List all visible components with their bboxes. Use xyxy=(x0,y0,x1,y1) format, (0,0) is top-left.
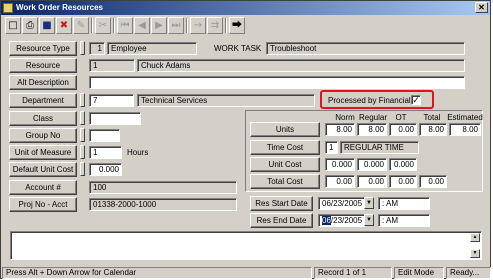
resource-type-code: 1 xyxy=(89,42,105,55)
total-cost-total-input[interactable]: 0.00 xyxy=(419,175,447,188)
notes-textarea[interactable]: ▲ ▼ xyxy=(10,231,482,260)
status-mode: Edit Mode xyxy=(394,267,444,279)
group-no-button[interactable]: Group No xyxy=(9,128,77,143)
column-header-total: Total xyxy=(423,113,441,122)
res-start-date-input[interactable]: 06/23/2005 xyxy=(318,197,365,210)
default-unit-cost-stub[interactable] xyxy=(80,162,85,176)
group-no-input[interactable] xyxy=(89,129,120,142)
proj-no-acct-button[interactable]: Proj No - Acct xyxy=(9,197,77,212)
status-record: Record 1 of 1 xyxy=(314,267,392,279)
last-record-button[interactable]: ⏭ xyxy=(168,17,184,34)
units-regular-input[interactable]: 8.00 xyxy=(357,123,387,136)
close-button[interactable]: ✕ xyxy=(475,2,488,13)
new-record-button[interactable]: □ xyxy=(5,17,21,34)
toolbar-separator xyxy=(91,18,93,33)
default-unit-cost-button[interactable]: Default Unit Cost xyxy=(9,162,77,177)
unit-of-measure-lookup-stub[interactable] xyxy=(80,145,85,159)
scroll-down-icon[interactable]: ▼ xyxy=(470,249,480,258)
account-button[interactable]: Account # xyxy=(9,180,77,195)
delete-button[interactable]: ✖ xyxy=(56,17,72,34)
department-button[interactable]: Department xyxy=(9,93,77,108)
units-total-input[interactable]: 8.00 xyxy=(419,123,447,136)
res-end-date-selected-text: 06 xyxy=(322,216,331,225)
total-cost-button[interactable]: Total Cost xyxy=(250,174,320,189)
res-end-date-input[interactable]: 06/23/2005 xyxy=(318,214,365,227)
goto-button[interactable]: → xyxy=(190,17,206,34)
work-order-resources-window: Work Order Resources ✕ □ ⎙ ■ ✖ ✎ ✂ ⏮ ◀ ▶… xyxy=(0,0,491,279)
department-code-input[interactable]: 7 xyxy=(89,94,134,107)
group-no-lookup-stub[interactable] xyxy=(80,128,85,142)
department-lookup-stub[interactable] xyxy=(80,93,85,107)
proj-no-acct-value: 01338-2000-1000 xyxy=(89,198,237,211)
app-icon xyxy=(3,3,13,13)
status-bar: Press Alt + Down Arrow for Calendar Reco… xyxy=(1,266,492,280)
column-header-ot: OT xyxy=(395,113,407,122)
resource-type-value: Employee xyxy=(107,42,197,55)
units-button[interactable]: Units xyxy=(250,122,320,137)
column-header-estimated: Estimated xyxy=(447,113,483,122)
alt-description-input[interactable] xyxy=(89,76,465,89)
resource-name: Chuck Adams xyxy=(137,59,465,72)
unit-cost-regular-input[interactable]: 0.000 xyxy=(357,158,387,171)
toolbar-separator xyxy=(113,18,115,33)
time-cost-button[interactable]: Time Cost xyxy=(250,140,320,155)
processed-by-financials-label: Processed by Financials xyxy=(328,96,415,105)
res-end-date-button[interactable]: Res End Date xyxy=(250,213,313,228)
toolbar: □ ⎙ ■ ✖ ✎ ✂ ⏮ ◀ ▶ ⏭ → ⇉ ⮕ xyxy=(3,16,490,36)
account-value: 100 xyxy=(89,181,237,194)
resource-type-button[interactable]: Resource Type xyxy=(9,41,77,56)
time-cost-name: REGULAR TIME xyxy=(340,141,419,154)
unit-cost-button[interactable]: Unit Cost xyxy=(250,157,320,172)
res-start-date-button[interactable]: Res Start Date xyxy=(250,196,313,211)
work-task-label: WORK TASK xyxy=(214,44,262,53)
save-button[interactable]: ■ xyxy=(39,17,55,34)
class-button[interactable]: Class xyxy=(9,111,77,126)
unit-cost-norm-input[interactable]: 0.000 xyxy=(325,158,355,171)
res-end-date-dropdown-icon[interactable]: ▼ xyxy=(364,214,374,226)
res-start-date-dropdown-icon[interactable]: ▼ xyxy=(364,197,374,209)
default-unit-cost-input[interactable]: 0.000 xyxy=(89,163,122,176)
unit-of-measure-code-input[interactable]: 1 xyxy=(89,146,122,159)
unit-cost-ot-input[interactable]: 0.000 xyxy=(389,158,417,171)
class-lookup-stub[interactable] xyxy=(80,111,85,125)
unit-of-measure-name: Hours xyxy=(127,148,149,157)
alt-description-button[interactable]: Alt Description xyxy=(9,75,77,90)
res-end-date-rest-text: /23/2005 xyxy=(330,216,363,225)
units-ot-input[interactable]: 0.00 xyxy=(389,123,417,136)
processed-by-financials-checkbox[interactable]: ✓ xyxy=(411,95,421,105)
res-start-time-input[interactable]: : AM xyxy=(378,197,430,210)
total-cost-regular-input[interactable]: 0.00 xyxy=(357,175,387,188)
toolbar-separator xyxy=(225,18,227,33)
resource-type-lookup-stub[interactable] xyxy=(80,41,85,55)
class-input[interactable] xyxy=(89,112,141,125)
units-estimated-input[interactable]: 8.00 xyxy=(449,123,481,136)
first-record-button[interactable]: ⏮ xyxy=(117,17,133,34)
resource-code: 1 xyxy=(89,59,135,72)
scroll-up-icon[interactable]: ▲ xyxy=(470,233,480,242)
next-record-button[interactable]: ▶ xyxy=(151,17,167,34)
time-cost-code-input[interactable]: 1 xyxy=(325,141,338,154)
status-hint: Press Alt + Down Arrow for Calendar xyxy=(2,267,312,279)
window-title: Work Order Resources xyxy=(16,3,103,12)
status-state: Ready... xyxy=(446,267,491,279)
title-bar[interactable]: Work Order Resources ✕ xyxy=(1,1,490,15)
toolbar-separator xyxy=(186,18,188,33)
resource-button[interactable]: Resource xyxy=(9,58,77,73)
work-task-value: Troubleshoot xyxy=(266,42,465,55)
res-end-time-input[interactable]: : AM xyxy=(378,214,430,227)
department-name: Technical Services xyxy=(137,94,315,107)
previous-record-button[interactable]: ◀ xyxy=(134,17,150,34)
total-cost-ot-input[interactable]: 0.00 xyxy=(389,175,417,188)
unit-of-measure-button[interactable]: Unit of Measure xyxy=(9,145,77,160)
print-button[interactable]: ⎙ xyxy=(22,17,38,34)
cut-button[interactable]: ✂ xyxy=(95,17,111,34)
total-cost-norm-input[interactable]: 0.00 xyxy=(325,175,355,188)
edit-button[interactable]: ✎ xyxy=(73,17,89,34)
exit-button[interactable]: ⮕ xyxy=(229,17,245,34)
units-norm-input[interactable]: 8.00 xyxy=(325,123,355,136)
filter-button[interactable]: ⇉ xyxy=(207,17,223,34)
